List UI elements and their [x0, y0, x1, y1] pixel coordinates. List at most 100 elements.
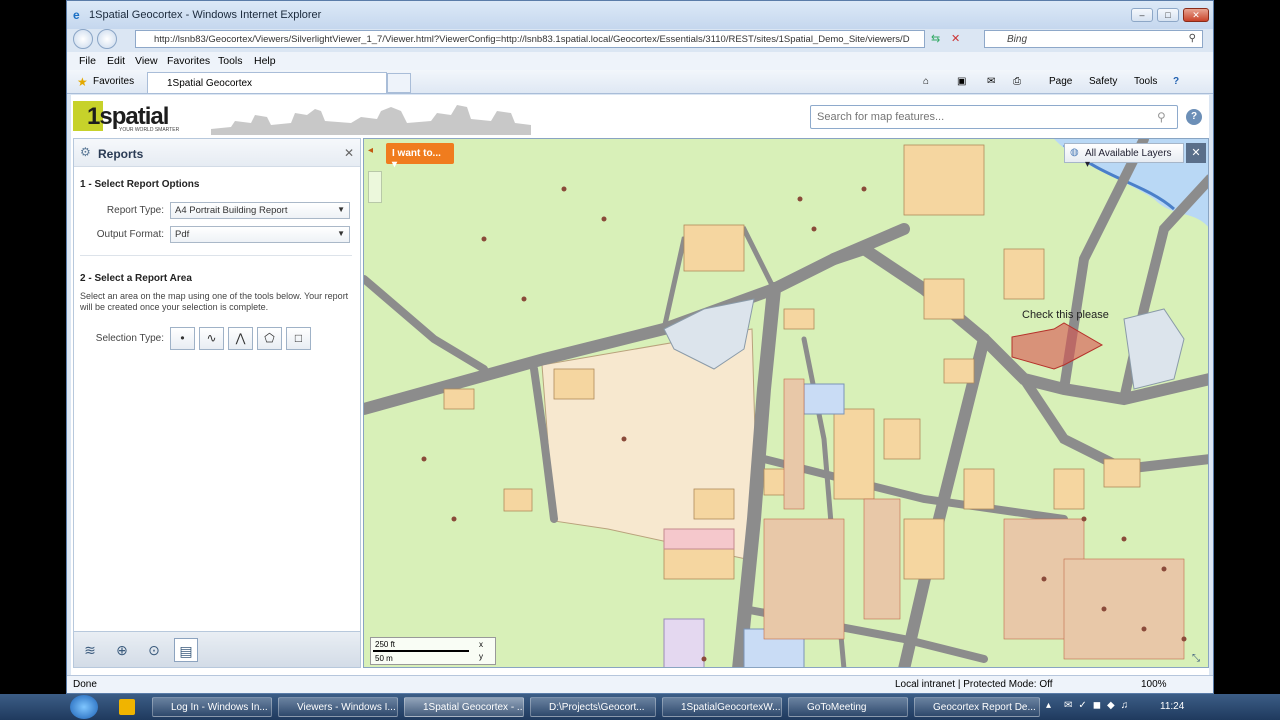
- favorites-button[interactable]: Favorites: [93, 76, 134, 87]
- mail-icon[interactable]: ✉: [987, 76, 995, 87]
- selection-tools: • ∿ ⋀ ⬠ □: [170, 327, 340, 352]
- i-want-to-label: I want to...: [392, 148, 441, 159]
- layers-dropdown[interactable]: ◍ All Available Layers ▾: [1064, 143, 1184, 170]
- bing-label: Bing: [1007, 34, 1028, 45]
- address-bar-row: http://lsnb83/Geocortex/Viewers/Silverli…: [67, 27, 1213, 51]
- print-icon[interactable]: ⎙: [1013, 76, 1021, 87]
- menu-file[interactable]: File: [79, 55, 96, 67]
- favorites-bar: ★ Favorites 1Spatial Geocortex ⌂ ▣ ✉ ⎙ P…: [67, 70, 1213, 94]
- logo-tagline: YOUR WORLD SMARTER: [119, 127, 180, 133]
- polyline-tool-button[interactable]: ⋀: [228, 327, 253, 350]
- freehand-tool-button[interactable]: ∿: [199, 327, 224, 350]
- polygon-tool-button[interactable]: ⬠: [257, 327, 282, 350]
- map-annotation: Check this please: [1022, 309, 1109, 321]
- tray-expand-icon[interactable]: ▴: [1046, 700, 1051, 711]
- menu-bar: File Edit View Favorites Tools Help: [67, 52, 1213, 70]
- menu-edit[interactable]: Edit: [107, 55, 125, 67]
- find-icon[interactable]: ⊙: [142, 638, 166, 662]
- browser-window: e 1Spatial Geocortex - Windows Internet …: [66, 0, 1214, 694]
- skyline-graphic: [211, 105, 531, 135]
- zoom-slider[interactable]: [368, 171, 382, 203]
- clock: 11:24: [1160, 701, 1185, 712]
- map-tools-button[interactable]: ✕: [1186, 143, 1206, 163]
- report-type-select[interactable]: A4 Portrait Building Report ▼: [170, 202, 350, 219]
- menu-tools[interactable]: Tools: [218, 55, 243, 67]
- reports-tool-icon[interactable]: ▤: [174, 638, 198, 662]
- minimize-button[interactable]: –: [1131, 8, 1153, 22]
- point-tool-button[interactable]: •: [170, 327, 195, 350]
- title-bar: e 1Spatial Geocortex - Windows Internet …: [67, 1, 1213, 29]
- taskbar-item[interactable]: 1SpatialGeocortexW...: [662, 697, 782, 717]
- ie-icon: e: [73, 8, 80, 22]
- back-button[interactable]: [73, 29, 93, 49]
- close-button[interactable]: ✕: [1183, 8, 1209, 22]
- map-canvas[interactable]: [364, 139, 1209, 668]
- taskbar-item-active[interactable]: 1Spatial Geocortex - ...: [404, 697, 524, 717]
- divider: [80, 255, 352, 256]
- panel-header: ⚙ Reports ✕: [74, 139, 360, 167]
- outlook-icon[interactable]: [119, 699, 135, 715]
- taskbar-item[interactable]: D:\Projects\Geocort...: [530, 697, 656, 717]
- tools-menu[interactable]: Tools: [1134, 76, 1157, 87]
- refresh-icon[interactable]: ⇆: [931, 32, 940, 45]
- scale-top: 250 ft: [375, 640, 396, 649]
- menu-favorites[interactable]: Favorites: [167, 55, 210, 67]
- search-icon[interactable]: ⚲: [1189, 33, 1196, 44]
- section-report-area-desc: Select an area on the map using one of t…: [80, 291, 349, 312]
- menu-help[interactable]: Help: [254, 55, 276, 67]
- polygon-icon: ⬠: [264, 331, 275, 345]
- i-want-to-button[interactable]: I want to... ▾: [386, 143, 454, 170]
- forward-button[interactable]: [97, 29, 117, 49]
- polyline-icon: ⋀: [235, 331, 246, 345]
- chevron-down-icon: ▼: [337, 229, 345, 238]
- app-header: 1spatial YOUR WORLD SMARTER ⚲ ?: [71, 95, 1209, 137]
- 1spatial-logo: 1spatial YOUR WORLD SMARTER: [73, 99, 211, 133]
- help-icon[interactable]: ?: [1173, 76, 1179, 87]
- wrench-icon: ✕: [1191, 147, 1201, 159]
- new-tab-button[interactable]: [387, 73, 411, 93]
- zoom-icon[interactable]: ⊕: [110, 638, 134, 662]
- coord-toggle-icon[interactable]: x: [479, 640, 483, 649]
- feeds-icon[interactable]: ▣: [957, 76, 966, 87]
- globe-icon: ◍: [1070, 147, 1079, 158]
- freehand-icon: ∿: [206, 331, 217, 345]
- search-icon[interactable]: ⚲: [1157, 110, 1166, 124]
- windows-taskbar: Log In - Windows In... Viewers - Windows…: [0, 694, 1280, 720]
- collapse-panel-icon[interactable]: ◂: [368, 145, 373, 156]
- layers-label: All Available Layers: [1085, 148, 1172, 159]
- section-report-area: 2 - Select a Report Area: [80, 273, 192, 284]
- safety-menu[interactable]: Safety: [1089, 76, 1117, 87]
- output-format-select[interactable]: Pdf ▼: [170, 226, 350, 243]
- home-icon[interactable]: ⌂: [923, 76, 929, 87]
- start-button[interactable]: [70, 695, 98, 719]
- star-icon: ★: [77, 75, 88, 89]
- zoom-level[interactable]: 100%: [1141, 679, 1167, 690]
- map-search-box[interactable]: ⚲: [810, 105, 1178, 129]
- maximize-button[interactable]: □: [1157, 8, 1179, 22]
- point-icon: •: [180, 331, 185, 345]
- report-type-label: Report Type:: [106, 205, 164, 216]
- chevron-down-icon: ▼: [337, 205, 345, 214]
- expand-icon[interactable]: ⤡: [1192, 653, 1200, 664]
- security-zone: Local intranet | Protected Mode: Off: [895, 679, 1053, 690]
- taskbar-item[interactable]: GoToMeeting: [788, 697, 908, 717]
- map-view[interactable]: ◂ I want to... ▾ ◍ All Available Layers …: [363, 138, 1209, 668]
- browser-tab[interactable]: 1Spatial Geocortex: [147, 72, 387, 93]
- stop-icon[interactable]: ✕: [951, 32, 960, 45]
- taskbar-item[interactable]: Viewers - Windows I...: [278, 697, 398, 717]
- map-search-input[interactable]: [817, 109, 1147, 125]
- selection-type-label: Selection Type:: [95, 333, 164, 344]
- system-tray-icons[interactable]: ✉✓◼◆♫: [1064, 700, 1134, 711]
- scale-bar: 250 ft 50 m x y: [370, 637, 496, 665]
- coord-toggle-icon[interactable]: y: [479, 652, 483, 661]
- bing-search-input[interactable]: Bing ⚲: [984, 30, 1203, 48]
- page-menu[interactable]: Page: [1049, 76, 1072, 87]
- panel-close-icon[interactable]: ✕: [344, 146, 354, 160]
- taskbar-item[interactable]: Log In - Windows In...: [152, 697, 272, 717]
- menu-view[interactable]: View: [135, 55, 158, 67]
- layers-icon[interactable]: ≋: [78, 638, 102, 662]
- rectangle-tool-button[interactable]: □: [286, 327, 311, 350]
- address-input[interactable]: http://lsnb83/Geocortex/Viewers/Silverli…: [135, 30, 925, 48]
- help-button[interactable]: ?: [1186, 109, 1202, 125]
- taskbar-item[interactable]: Geocortex Report De...: [914, 697, 1040, 717]
